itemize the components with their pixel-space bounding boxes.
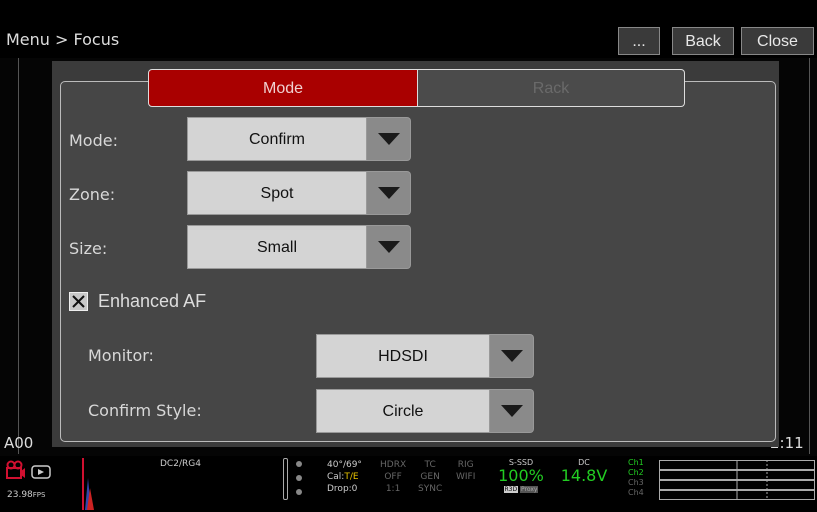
- hdrx-label: HDRX: [380, 460, 407, 470]
- mode-dropdown-button[interactable]: [367, 117, 411, 161]
- channel-2: Ch2: [628, 468, 644, 477]
- confirm-style-dropdown[interactable]: Circle: [316, 389, 490, 433]
- fps-value: 23.98: [7, 490, 33, 500]
- size-dropdown-button[interactable]: [367, 225, 411, 269]
- confirm-style-dropdown-button[interactable]: [490, 389, 534, 433]
- media-value: 100%: [498, 466, 544, 485]
- enhanced-af-checkbox[interactable]: [69, 292, 88, 311]
- close-button[interactable]: Close: [741, 27, 814, 55]
- focus-panel-content: [60, 81, 776, 442]
- mode-dropdown[interactable]: Confirm: [187, 117, 367, 161]
- size-dropdown[interactable]: Small: [187, 225, 367, 269]
- tc-value: GEN: [420, 472, 440, 482]
- status-dots-icon: [296, 461, 302, 495]
- sync-value: SYNC: [418, 484, 443, 494]
- hdrx-info: HDRX OFF 1:1: [380, 459, 406, 495]
- color-space-label: DC2/RG4: [160, 459, 201, 469]
- temp-readout: 40°/69°: [327, 460, 362, 470]
- power-value: 14.8V: [560, 466, 608, 485]
- tab-rack[interactable]: Rack: [418, 69, 685, 107]
- monitor-dropdown[interactable]: HDSDI: [316, 334, 490, 378]
- chevron-down-icon: [377, 187, 400, 199]
- tc-info: TC GEN SYNC: [418, 459, 442, 495]
- tab-mode[interactable]: Mode: [148, 69, 418, 107]
- chevron-down-icon: [377, 241, 400, 253]
- media-tags: R3D Proxy: [497, 486, 545, 493]
- breadcrumb: Menu > Focus: [6, 30, 120, 49]
- chevron-down-icon: [500, 405, 523, 417]
- enhanced-af-label: Enhanced AF: [98, 291, 207, 311]
- cal-value: T/E: [344, 472, 359, 482]
- cal-label: Cal:: [327, 472, 345, 482]
- sensor-info: 40°/69° Cal:T/E Drop:0: [327, 459, 362, 495]
- tc-label: TC: [424, 460, 436, 470]
- back-button[interactable]: Back: [672, 27, 734, 55]
- r3d-badge: R3D: [503, 486, 519, 493]
- channel-1: Ch1: [628, 458, 644, 467]
- media-info: S-SSD 100% R3D Proxy: [497, 458, 545, 493]
- zone-dropdown[interactable]: Spot: [187, 171, 367, 215]
- checkmark-x-icon: [72, 295, 85, 308]
- hdrx-value: OFF: [384, 472, 402, 482]
- drop-readout: Drop:0: [327, 484, 358, 494]
- more-button[interactable]: ...: [618, 27, 660, 55]
- chevron-down-icon: [500, 350, 523, 362]
- channel-3: Ch3: [628, 478, 644, 487]
- clip-name: A00: [4, 434, 34, 452]
- monitor-dropdown-button[interactable]: [490, 334, 534, 378]
- size-label: Size:: [69, 239, 108, 258]
- aspect-value: 1:1: [385, 484, 401, 494]
- rig-info: RIG WIFI: [456, 459, 475, 483]
- zone-label: Zone:: [69, 185, 116, 204]
- proxy-badge: Proxy: [520, 486, 539, 493]
- zone-dropdown-button[interactable]: [367, 171, 411, 215]
- audio-level-meters: [659, 460, 815, 500]
- monitor-label: Monitor:: [88, 346, 154, 365]
- cal-readout: Cal:T/E: [327, 471, 362, 483]
- mode-label: Mode:: [69, 131, 118, 150]
- rig-label: RIG: [457, 460, 474, 470]
- fps-readout: 23.98FPS: [7, 490, 45, 500]
- fps-unit: FPS: [32, 491, 46, 499]
- level-bracket: [283, 458, 288, 500]
- audio-channels: Ch1 Ch2 Ch3 Ch4: [628, 458, 644, 498]
- channel-4: Ch4: [628, 488, 644, 497]
- chevron-down-icon: [377, 133, 400, 145]
- wifi-value: WIFI: [456, 472, 476, 482]
- power-info: DC 14.8V: [558, 458, 610, 485]
- camera-record-icon: [6, 460, 51, 479]
- audio-meter-icon: [82, 458, 94, 510]
- confirm-style-label: Confirm Style:: [88, 401, 202, 420]
